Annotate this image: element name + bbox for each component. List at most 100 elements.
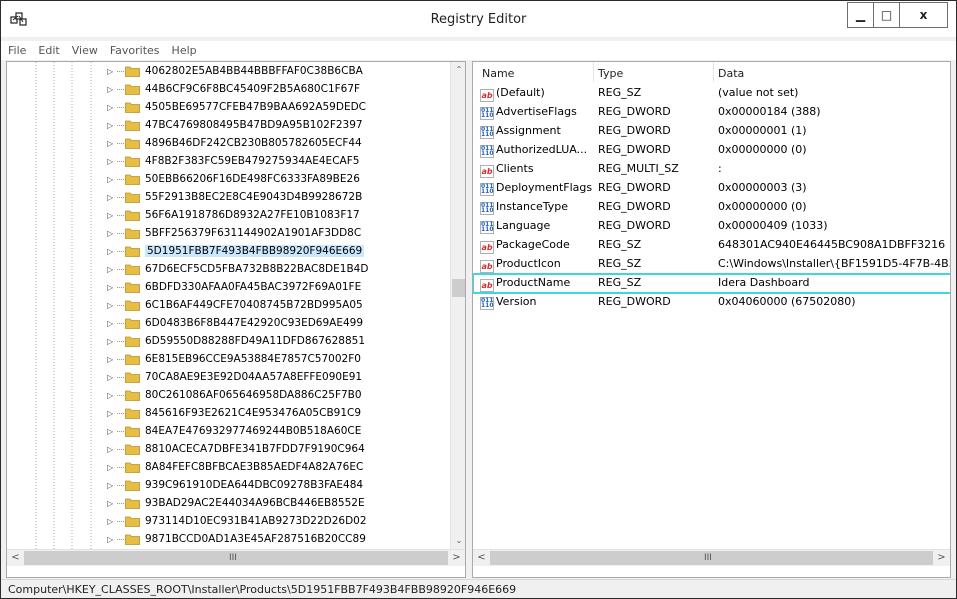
tree-item[interactable]: ▷ 4F8B2F383FC59EB479275934AE4ECAF5 (107, 152, 359, 170)
column-header-data[interactable]: Data (718, 67, 744, 80)
menu-help[interactable]: Help (166, 44, 203, 57)
tree-item[interactable]: ▷ 70CA8AE9E3E92D04AA57A8EFFE090E91 (107, 368, 362, 386)
scroll-up-icon[interactable]: ⌃ (451, 62, 465, 78)
tree-item[interactable]: ▷ 4896B46DF242CB230B805782605ECF44 (107, 134, 362, 152)
tree-item[interactable]: ▷ 5BFF256379F631144902A1901AF3DD8C (107, 224, 361, 242)
expand-arrow-icon[interactable]: ▷ (107, 517, 117, 526)
expand-arrow-icon[interactable]: ▷ (107, 319, 117, 328)
expand-arrow-icon[interactable]: ▷ (107, 175, 117, 184)
tree-item[interactable]: ▷ 4505BE69577CFEB47B9BAA692A59DEDC (107, 98, 366, 116)
tree-item[interactable]: ▷ 8A84FEFC8BFBCAE3B85AEDF4A82A76EC (107, 458, 363, 476)
folder-icon (125, 462, 140, 473)
key-tree[interactable]: ▷ 4062802E5AB4BB44BBBFFAF0C38B6CBA ▷ 44B6CF… (7, 62, 451, 549)
expand-arrow-icon[interactable]: ▷ (107, 427, 117, 436)
tree-item[interactable]: ▷ 47BC4769808495B47BD9A95B102F2397 (107, 116, 363, 134)
scroll-down-icon[interactable]: ⌄ (451, 533, 465, 549)
menu-favorites[interactable]: Favorites (104, 44, 166, 57)
tree-item[interactable]: ▷ 80C261086AF065646958DA886C25F7B0 (107, 386, 362, 404)
tree-item[interactable]: ▷ 56F6A1918786D8932A27FE10B1083F17 (107, 206, 360, 224)
tree-item[interactable]: ▷ 5D1951FBB7F493B4FBB98920F946E669 (107, 242, 365, 260)
tree-connector (117, 286, 124, 288)
expand-arrow-icon[interactable]: ▷ (107, 337, 117, 346)
values-list-pane[interactable]: Name Type Data ab (Default) REG_SZ (value n… (472, 61, 951, 578)
column-header-type[interactable]: Type (598, 67, 623, 80)
expand-arrow-icon[interactable]: ▷ (107, 535, 117, 544)
expand-arrow-icon[interactable]: ▷ (107, 211, 117, 220)
value-row[interactable]: ab ProductIcon REG_SZ C:\Windows\Installer\… (473, 255, 950, 274)
menu-file[interactable]: File (1, 44, 32, 57)
folder-icon (125, 282, 140, 293)
key-tree-pane[interactable]: ▷ 4062802E5AB4BB44BBBFFAF0C38B6CBA ▷ 44B6CF… (6, 61, 466, 578)
tree-item[interactable]: ▷ 6C1B6AF449CFE70408745B72BD995A05 (107, 296, 363, 314)
expand-arrow-icon[interactable]: ▷ (107, 445, 117, 454)
expand-arrow-icon[interactable]: ▷ (107, 67, 117, 76)
expand-arrow-icon[interactable]: ▷ (107, 301, 117, 310)
column-separator[interactable] (713, 62, 714, 82)
expand-arrow-icon[interactable]: ▷ (107, 103, 117, 112)
value-row[interactable]: 011 110 Language REG_DWORD 0x00000409 (1033… (473, 217, 950, 236)
menu-view[interactable]: View (66, 44, 104, 57)
menu-edit[interactable]: Edit (32, 44, 65, 57)
expand-arrow-icon[interactable]: ▷ (107, 139, 117, 148)
tree-item[interactable]: ▷ 845616F93E2621C4E953476A05CB91C9 (107, 404, 361, 422)
expand-arrow-icon[interactable]: ▷ (107, 283, 117, 292)
tree-item[interactable]: ▷ 8810ACECA7DBFE341B7FDD7F9190C964 (107, 440, 365, 458)
expand-arrow-icon[interactable]: ▷ (107, 121, 117, 130)
value-row[interactable]: 011 110 InstanceType REG_DWORD 0x00000000 (… (473, 198, 950, 217)
tree-item[interactable]: ▷ 93BAD29AC2E44034A96BCB446EB8552E (107, 494, 365, 512)
tree-item[interactable]: ▷ 50EBB66206F16DE498FC6333FA89BE26 (107, 170, 360, 188)
expand-arrow-icon[interactable]: ▷ (107, 391, 117, 400)
tree-item[interactable]: ▷ 973114D10EC931B41AB9273D22D26D02 (107, 512, 367, 530)
tree-item[interactable]: ▷ 67D6ECF5CD5FBA732B8B22BAC8DE1B4D (107, 260, 368, 278)
scroll-right-icon[interactable]: > (448, 550, 465, 567)
expand-arrow-icon[interactable]: ▷ (107, 85, 117, 94)
tree-item[interactable]: ▷ 939C961910DEA644DBC09278B3FAE484 (107, 476, 363, 494)
value-row[interactable]: 011 110 AdvertiseFlags REG_DWORD 0x00000184… (473, 103, 950, 122)
expand-arrow-icon[interactable]: ▷ (107, 481, 117, 490)
expand-arrow-icon[interactable]: ▷ (107, 229, 117, 238)
value-row[interactable]: ab PackageCode REG_SZ 648301AC940E46445BC90… (473, 236, 950, 255)
expand-arrow-icon[interactable]: ▷ (107, 373, 117, 382)
tree-vscroll-thumb[interactable] (452, 279, 465, 297)
tree-item[interactable]: ▷ 84EA7E476932977469244B0B518A60CE (107, 422, 361, 440)
scroll-left-icon[interactable]: < (7, 550, 24, 567)
tree-horizontal-scrollbar[interactable]: < III > (7, 549, 465, 566)
value-row[interactable]: 011 110 AuthorizedLUA... REG_DWORD 0x000000… (473, 141, 950, 160)
value-row[interactable]: 011 110 Assignment REG_DWORD 0x00000001 (1) (473, 122, 950, 141)
expand-arrow-icon[interactable]: ▷ (107, 463, 117, 472)
value-row[interactable]: ab (Default) REG_SZ (value not set) (473, 84, 950, 103)
value-row[interactable]: 011 110 Version REG_DWORD 0x04060000 (67502… (473, 293, 950, 312)
tree-item[interactable]: ▷ 6E815EB96CCE9A53884E7857C57002F0 (107, 350, 361, 368)
expand-arrow-icon[interactable]: ▷ (107, 409, 117, 418)
column-separator[interactable] (593, 62, 594, 82)
expand-arrow-icon[interactable]: ▷ (107, 355, 117, 364)
column-header-name[interactable]: Name (482, 67, 514, 80)
tree-item-label: 93BAD29AC2E44034A96BCB446EB8552E (145, 497, 365, 509)
tree-item[interactable]: ▷ 4062802E5AB4BB44BBBFFAF0C38B6CBA (107, 62, 363, 80)
expand-arrow-icon[interactable]: ▷ (107, 247, 117, 256)
tree-item[interactable]: ▷ 55F2913B8EC2E8C4E9043D4B9928672B (107, 188, 362, 206)
tree-item[interactable]: ▷ 44B6CF9C6F8BC45409F2B5A680C1F67F (107, 80, 360, 98)
expand-arrow-icon[interactable]: ▷ (107, 499, 117, 508)
scroll-right-icon[interactable]: > (933, 550, 950, 567)
tree-vertical-scrollbar[interactable]: ⌃ ⌄ (450, 62, 465, 549)
value-name: Clients (496, 162, 534, 175)
values-horizontal-scrollbar[interactable]: < III > (473, 549, 950, 566)
expand-arrow-icon[interactable]: ▷ (107, 193, 117, 202)
tree-item[interactable]: ▷ 6D59550D88288FD49A11DFD867628851 (107, 332, 365, 350)
folder-icon (125, 426, 140, 437)
maximize-button[interactable]: □ (873, 2, 900, 28)
tree-item[interactable]: ▷ 6BDFD330AFAA0FA45BAC3972F69A01FE (107, 278, 361, 296)
tree-item[interactable]: ▷ 6D0483B6F8B447E42920C93ED69AE499 (107, 314, 363, 332)
scroll-left-icon[interactable]: < (473, 550, 490, 567)
minimize-button[interactable]: ▁ (847, 2, 874, 28)
value-row[interactable]: ab ProductName REG_SZ Idera Dashboard (473, 273, 950, 294)
expand-arrow-icon[interactable]: ▷ (107, 157, 117, 166)
tree-item[interactable]: ▷ 9871BCCD0AD1A3E45AF287516B20CC89 (107, 530, 366, 548)
value-name: Version (496, 295, 537, 308)
title-bar[interactable]: Registry Editor ▁ □ x (1, 1, 956, 37)
expand-arrow-icon[interactable]: ▷ (107, 265, 117, 274)
close-button[interactable]: x (899, 2, 948, 28)
value-row[interactable]: ab Clients REG_MULTI_SZ: (473, 160, 950, 179)
value-row[interactable]: 011 110 DeploymentFlags REG_DWORD 0x0000000… (473, 179, 950, 198)
